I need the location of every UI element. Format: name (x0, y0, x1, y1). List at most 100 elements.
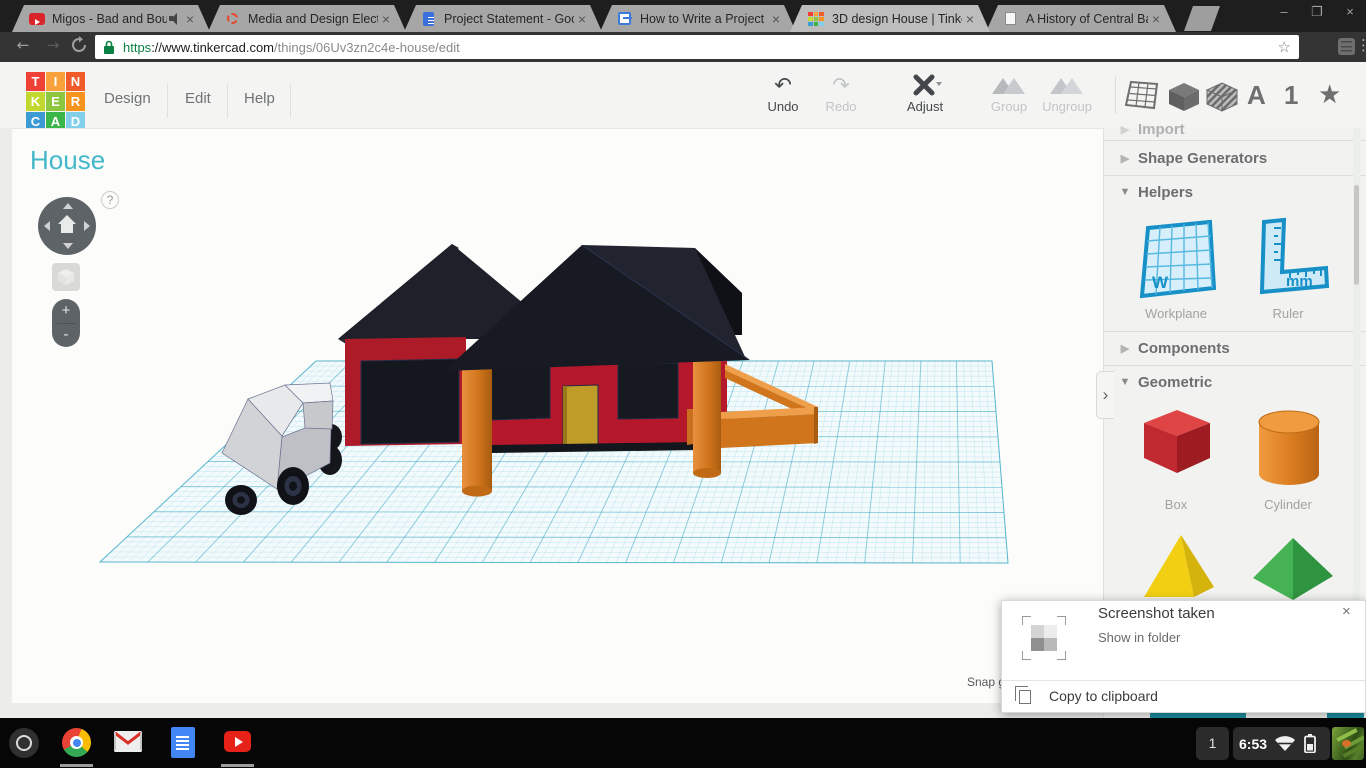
3d-scene (12, 129, 1103, 704)
screenshot-notification[interactable]: Screenshot taken Show in folder × Copy t… (1001, 600, 1366, 713)
redo-button[interactable]: ↷ Redo (811, 74, 871, 114)
tab-tinkercad-active[interactable]: 3D design House | Tinke × (790, 5, 990, 32)
chevron-right-icon: ▶ (1112, 123, 1138, 136)
chevron-right-icon: ▶ (1112, 342, 1138, 355)
chrome-icon[interactable] (62, 728, 91, 757)
close-tab-icon[interactable]: × (1152, 12, 1160, 26)
back-button[interactable]: ← (12, 36, 34, 54)
close-tab-icon[interactable]: × (186, 12, 194, 26)
workplane-shape-icon[interactable]: W (1138, 216, 1218, 309)
rotate-left-arrow[interactable] (44, 221, 50, 231)
ungroup-icon (1037, 74, 1097, 98)
zoom-out-button[interactable]: - (52, 323, 80, 347)
zoom-in-button[interactable]: + (52, 299, 80, 323)
show-in-folder-link[interactable]: Show in folder (1098, 630, 1180, 645)
bookmark-star-icon[interactable]: ☆ (1278, 38, 1291, 56)
new-tab-button[interactable] (1184, 6, 1220, 31)
undo-icon: ↶ (753, 74, 813, 98)
copy-icon (1019, 690, 1031, 704)
shape-label: Box (1126, 497, 1226, 512)
status-area[interactable]: 6:53 (1233, 727, 1330, 760)
reload-button[interactable] (70, 36, 88, 59)
screenshot-thumbnail[interactable] (1022, 616, 1066, 660)
notification-close-icon[interactable]: × (1342, 603, 1351, 620)
fit-view-button[interactable] (52, 263, 80, 291)
window-restore-button[interactable]: ❐ (1305, 4, 1329, 20)
tab-central-banking[interactable]: A History of Central Ban × (986, 5, 1176, 32)
sidebar-collapse-handle[interactable]: › (1096, 371, 1114, 419)
house-window-left[interactable] (490, 363, 550, 420)
garage-door[interactable] (361, 359, 459, 444)
close-tab-icon[interactable]: × (578, 12, 586, 26)
window-minimize-button[interactable]: – (1272, 4, 1296, 19)
tinkercad-logo[interactable]: TIN KER CAD (26, 72, 85, 131)
rotate-right-arrow[interactable] (84, 221, 90, 231)
numbers-category-icon[interactable]: 1 (1284, 80, 1298, 111)
sidebar-section-shape-generators[interactable]: ▶ Shape Generators (1104, 141, 1366, 175)
undo-button[interactable]: ↶ Undo (753, 74, 813, 114)
youtube-favicon (29, 11, 45, 27)
snap-grid-label: Snap g (967, 675, 1005, 689)
orbit-navigation-pad[interactable] (38, 197, 96, 255)
copy-to-clipboard-button[interactable]: Copy to clipboard (1049, 688, 1158, 704)
tab-title: Media and Design Electi (248, 12, 378, 26)
rotate-up-arrow[interactable] (63, 203, 73, 209)
menu-edit[interactable]: Edit (185, 90, 211, 107)
letters-category-icon[interactable]: A (1247, 80, 1266, 111)
app-launcher-button[interactable] (9, 728, 39, 758)
url-text: https://www.tinkercad.com/things/06Uv3zn… (123, 40, 1278, 55)
adjust-icon (895, 74, 955, 98)
gmail-icon[interactable] (114, 731, 142, 752)
window-close-button[interactable]: × (1338, 4, 1362, 19)
adjust-button[interactable]: Adjust (895, 74, 955, 114)
tab-project-statement[interactable]: Project Statement - Goog × (404, 5, 602, 32)
porch-pillar-right[interactable] (693, 361, 721, 478)
notification-count-badge[interactable]: 1 (1196, 727, 1229, 760)
rotate-down-arrow[interactable] (63, 243, 73, 249)
wikihow-favicon (617, 11, 633, 27)
url-bar[interactable]: https://www.tinkercad.com/things/06Uv3zn… (95, 35, 1299, 59)
google-docs-favicon (421, 11, 437, 27)
tab-howto[interactable]: How to Write a Project S × (600, 5, 796, 32)
menu-help[interactable]: Help (244, 90, 275, 107)
symbols-category-icon[interactable]: ★ (1318, 80, 1341, 110)
sidebar-section-geometric[interactable]: ▼ Geometric (1104, 365, 1366, 399)
tab-youtube[interactable]: Migos - Bad and Bouj × (12, 5, 210, 32)
extension-icon[interactable] (1338, 38, 1355, 55)
redo-icon: ↷ (811, 74, 871, 98)
shape-label: Cylinder (1238, 497, 1338, 512)
pyramid-shape-icon[interactable] (1136, 535, 1218, 606)
home-view-icon[interactable] (57, 215, 77, 235)
ruler-shape-icon[interactable]: mm (1250, 216, 1330, 309)
house-window-right[interactable] (618, 363, 678, 419)
scrollbar-thumb[interactable] (1354, 185, 1359, 285)
wifi-icon (1274, 735, 1296, 752)
close-tab-icon[interactable]: × (966, 12, 974, 26)
design-canvas[interactable]: House ? + - Snap g (12, 128, 1103, 703)
tab-media-design[interactable]: Media and Design Electi × (208, 5, 406, 32)
sidebar-section-components[interactable]: ▶ Components (1104, 331, 1366, 365)
house-door[interactable] (563, 385, 598, 447)
cylinder-shape-icon[interactable] (1258, 410, 1320, 491)
help-button[interactable]: ? (101, 191, 119, 209)
tinkercad-favicon (808, 12, 824, 26)
svg-text:mm: mm (1286, 273, 1313, 290)
forward-button[interactable]: → (42, 36, 64, 54)
youtube-icon[interactable] (224, 731, 251, 752)
browser-menu-icon[interactable]: ⋮ (1356, 36, 1366, 54)
group-button[interactable]: Group (979, 74, 1039, 114)
box-shape-icon[interactable] (1144, 410, 1210, 479)
user-avatar[interactable] (1332, 727, 1364, 760)
close-tab-icon[interactable]: × (772, 12, 780, 26)
google-docs-icon[interactable] (171, 727, 195, 758)
roof-shape-icon[interactable] (1251, 538, 1335, 605)
zoom-control: + - (52, 299, 80, 347)
porch-pillar-left[interactable] (462, 367, 492, 497)
close-tab-icon[interactable]: × (382, 12, 390, 26)
ungroup-button[interactable]: Ungroup (1037, 74, 1097, 114)
sidebar-section-helpers[interactable]: ▼ Helpers (1104, 175, 1366, 209)
secure-lock-icon (103, 40, 115, 55)
chevron-right-icon: ▶ (1112, 152, 1138, 165)
menu-design[interactable]: Design (104, 90, 151, 107)
design-title[interactable]: House (30, 145, 105, 176)
